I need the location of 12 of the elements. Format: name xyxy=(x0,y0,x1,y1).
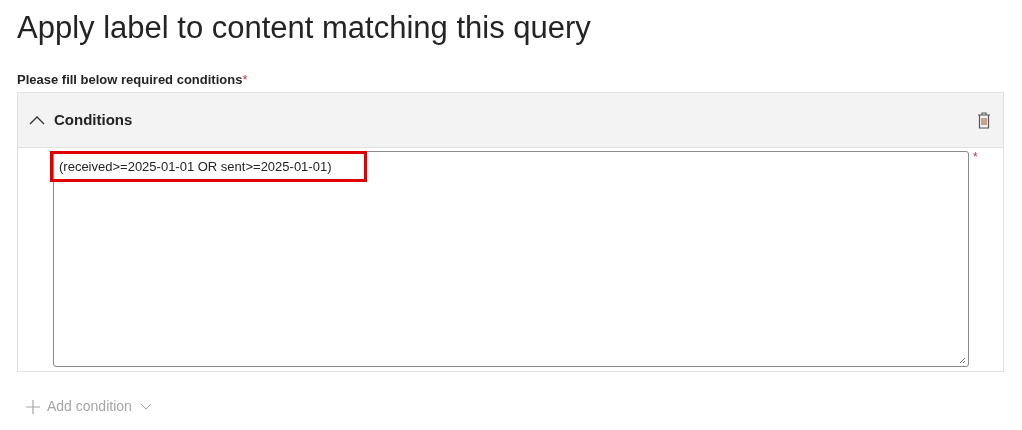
required-mark: * xyxy=(973,151,978,166)
resize-grip-icon[interactable] xyxy=(959,357,966,364)
page-title: Apply label to content matching this query xyxy=(17,9,592,47)
chevron-down-icon xyxy=(139,402,152,411)
query-field[interactable]: (received>=2025-01-01 OR sent>=2025-01-01) xyxy=(53,151,969,367)
trash-icon[interactable] xyxy=(977,111,991,129)
required-label: Please fill below required conditions xyxy=(17,72,243,87)
chevron-up-icon[interactable] xyxy=(29,115,45,125)
plus-icon xyxy=(25,398,41,415)
query-text: (received>=2025-01-01 OR sent>=2025-01-01) xyxy=(59,157,332,176)
section-title: Conditions xyxy=(54,109,133,130)
required-mark: * xyxy=(242,72,248,87)
